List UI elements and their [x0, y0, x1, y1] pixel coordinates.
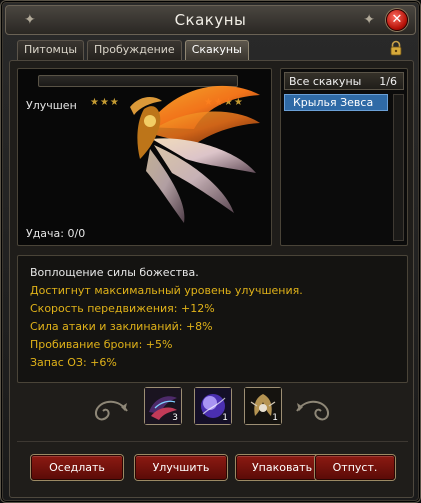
desc-line: Запас ОЗ: +6% — [30, 356, 117, 369]
zeus-wings-mount-icon — [130, 85, 260, 223]
window-title: Скакуны — [174, 11, 247, 29]
mounts-window: ✦ Скакуны ✦ ✕ Питомцы Пробуждение Скакун… — [0, 0, 421, 503]
dragon-ornament-left-icon — [95, 400, 128, 421]
mount-list-item[interactable]: Крылья Зевса — [284, 94, 388, 111]
tab-bar: Питомцы Пробуждение Скакуны — [17, 40, 249, 60]
tab-awakening[interactable]: Пробуждение — [87, 40, 182, 60]
title-ornament-right-icon: ✦ — [363, 12, 375, 28]
item-slot[interactable]: 3 — [144, 387, 182, 425]
item-count: 1 — [222, 413, 228, 423]
item-slot[interactable]: 1 — [194, 387, 232, 425]
mount-list-panel: Все скакуны 1/6 Крылья Зевса — [280, 68, 408, 246]
close-button[interactable]: ✕ — [386, 9, 408, 31]
desc-line: Воплощение силы божества. — [30, 266, 199, 279]
mount-count: 1/6 — [379, 75, 397, 88]
mount-list-scrollbar[interactable] — [393, 94, 404, 241]
saddle-button[interactable]: Оседлать — [31, 455, 123, 480]
tab-pets[interactable]: Питомцы — [17, 40, 85, 60]
item-count: 3 — [172, 413, 178, 423]
dragon-ornament-right-icon — [296, 400, 329, 421]
bottom-divider — [17, 441, 408, 442]
desc-line: Пробивание брони: +5% — [30, 338, 173, 351]
release-button[interactable]: Отпуст. — [315, 455, 395, 480]
title-bar[interactable]: ✦ Скакуны ✦ ✕ — [5, 5, 416, 35]
item-count: 1 — [272, 413, 278, 423]
mount-list-filter-dropdown[interactable]: Все скакуны 1/6 — [284, 72, 404, 90]
mount-preview-panel: Улучшен ★★★ ★★★★ — [17, 68, 272, 246]
mount-description-panel: Воплощение силы божества. Достигнут макс… — [17, 255, 408, 383]
enhance-button[interactable]: Улучшить — [135, 455, 227, 480]
tab-mounts[interactable]: Скакуны — [184, 40, 249, 60]
desc-line: Скорость передвижения: +12% — [30, 302, 215, 315]
desc-line: Достигнут максимальный уровень улучшения… — [30, 284, 303, 297]
lock-icon[interactable] — [388, 40, 404, 56]
item-slots-row: 3 1 1 — [1, 387, 421, 431]
mount-list-filter-label: Все скакуны — [289, 75, 362, 88]
enhanced-label: Улучшен — [26, 99, 77, 112]
luck-text: Удача: 0/0 — [26, 227, 86, 240]
item-slot[interactable]: 1 — [244, 387, 282, 425]
desc-line: Сила атаки и заклинаний: +8% — [30, 320, 213, 333]
